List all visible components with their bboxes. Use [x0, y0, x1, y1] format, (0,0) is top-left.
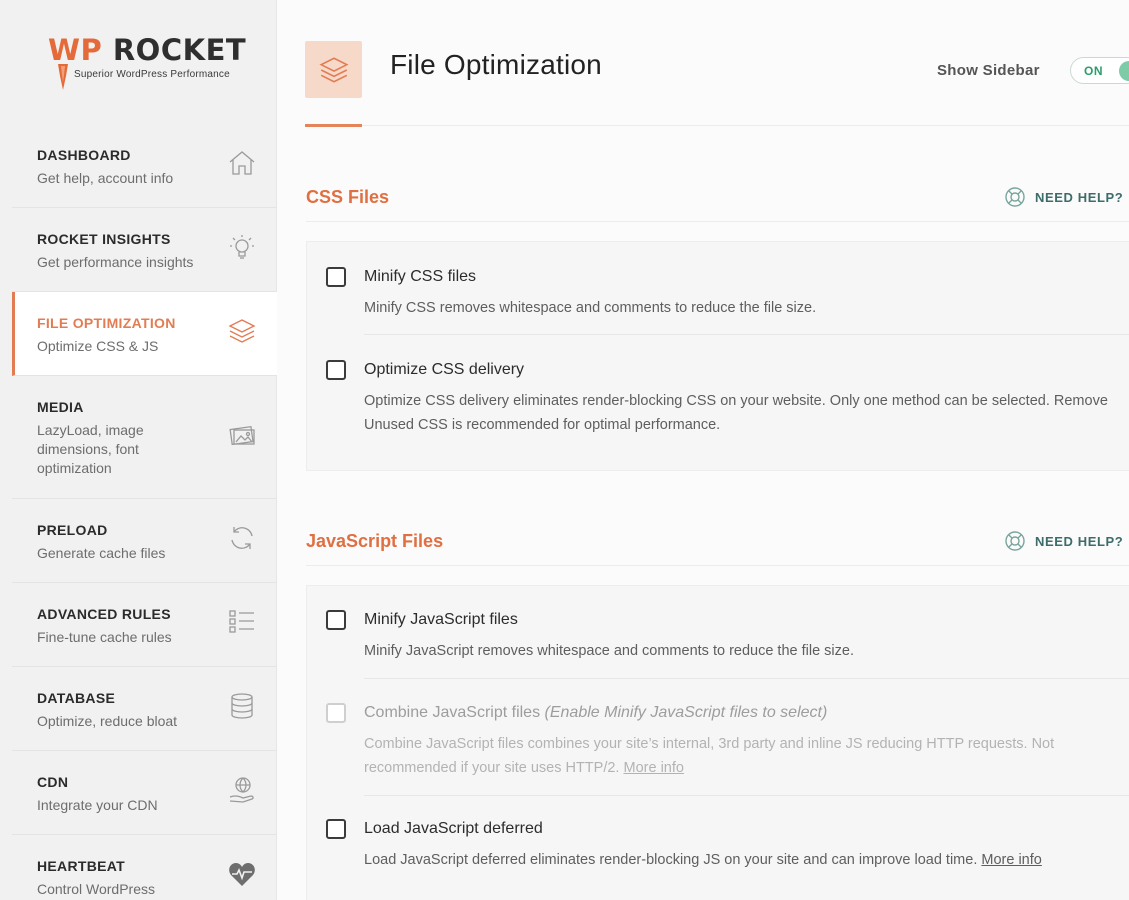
option-description: Minify CSS removes whitespace and commen… [364, 300, 817, 316]
minify-css-checkbox[interactable] [326, 267, 346, 287]
option-description: Load JavaScript deferred eliminates rend… [364, 848, 1109, 872]
wp-rocket-logo[interactable]: WP ROCKET Superior WordPress Performance [48, 34, 248, 94]
logo-rocket: ROCKET [102, 33, 247, 67]
layers-icon [228, 319, 256, 343]
js-options-panel: Minify JavaScript files Minify JavaScrip… [306, 585, 1129, 900]
more-info-link[interactable]: More info [981, 852, 1041, 868]
sidebar-item-cdn[interactable]: CDN Integrate your CDN [12, 751, 277, 835]
sidebar-item-subtitle: Fine-tune cache rules [37, 629, 172, 645]
section-divider [306, 221, 1129, 222]
defer-js-checkbox[interactable] [326, 819, 346, 839]
need-help-button-css[interactable]: NEED HELP? [1004, 186, 1123, 208]
section-title-js: JavaScript Files [306, 531, 444, 551]
sidebar-item-subtitle: Generate cache files [37, 545, 166, 561]
database-icon [231, 693, 253, 719]
main-content: File Optimization Show Sidebar ON CSS Fi… [277, 0, 1129, 900]
lightbulb-icon [230, 235, 254, 259]
option-title: Optimize CSS delivery [364, 361, 525, 378]
logo-wp: WP [48, 33, 103, 67]
refresh-icon [231, 527, 253, 549]
sidebar-item-title: MEDIA [37, 399, 84, 415]
section-title-css: CSS Files [306, 187, 390, 207]
sidebar-item-heartbeat[interactable]: HEARTBEAT Control WordPress [12, 835, 277, 900]
sidebar-item-preload[interactable]: PRELOAD Generate cache files [12, 499, 277, 583]
need-help-label: NEED HELP? [1035, 533, 1124, 549]
page-title: File Optimization [390, 49, 602, 80]
sidebar-item-database[interactable]: DATABASE Optimize, reduce bloat [12, 667, 277, 751]
rocket-flame-icon [58, 64, 68, 90]
css-options-panel: Minify CSS files Minify CSS removes whit… [306, 241, 1129, 471]
toggle-state-label: ON [1084, 64, 1103, 78]
option-title: Minify JavaScript files [364, 611, 518, 628]
lifebuoy-icon [1005, 531, 1025, 551]
option-description: Minify JavaScript removes whitespace and… [364, 643, 854, 659]
option-divider [364, 334, 1129, 335]
need-help-label: NEED HELP? [1035, 189, 1124, 205]
checklist-icon [229, 610, 254, 633]
minify-js-checkbox[interactable] [326, 610, 346, 630]
more-info-link[interactable]: More info [624, 760, 684, 776]
option-description-text: Combine JavaScript files combines your s… [364, 736, 1055, 776]
logo-tagline: Superior WordPress Performance [74, 69, 230, 80]
option-description-text: Load JavaScript deferred eliminates rend… [364, 852, 978, 868]
sidebar-item-subtitle: Get help, account info [37, 170, 174, 186]
show-sidebar-label: Show Sidebar [937, 62, 1040, 79]
page-icon-box [305, 41, 362, 98]
sidebar-item-subtitle: Control WordPress [37, 881, 156, 897]
sidebar-item-subtitle: Get performance insights [37, 254, 194, 270]
option-title: Combine JavaScript files (Enable Minify … [364, 703, 827, 723]
option-description: Optimize CSS delivery eliminates render-… [364, 393, 1108, 433]
home-icon [229, 151, 255, 175]
header-divider [305, 125, 1129, 126]
sidebar-item-media[interactable]: MEDIA LazyLoad, image dimensions, font o… [12, 376, 277, 499]
optimize-css-delivery-checkbox[interactable] [326, 360, 346, 380]
option-title: Load JavaScript deferred [364, 820, 543, 837]
sidebar-item-subtitle: Optimize, reduce bloat [37, 713, 178, 729]
section-divider [306, 565, 1129, 566]
sidebar-item-subtitle: Optimize CSS & JS [37, 338, 159, 354]
option-divider [364, 795, 1129, 796]
layers-icon [318, 56, 349, 83]
sidebar-item-subtitle: LazyLoad, image dimensions, font optimiz… [37, 422, 144, 476]
option-title-note: (Enable Minify JavaScript files to selec… [544, 704, 828, 721]
sidebar-item-file-optimization[interactable]: FILE OPTIMIZATION Optimize CSS & JS [12, 292, 277, 376]
option-description: Combine JavaScript files combines your s… [364, 732, 1109, 780]
logo-title: WP ROCKET [48, 34, 248, 66]
option-title-text: Combine JavaScript files [364, 704, 541, 721]
images-icon [229, 425, 255, 446]
option-title: Minify CSS files [364, 268, 477, 285]
lifebuoy-icon [1005, 187, 1025, 207]
sidebar-item-rocket-insights[interactable]: ROCKET INSIGHTS Get performance insights [12, 208, 277, 292]
show-sidebar-toggle[interactable]: ON [1070, 57, 1129, 84]
need-help-button-js[interactable]: NEED HELP? [1004, 530, 1123, 552]
sidebar-nav: DASHBOARD Get help, account info ROCKET … [12, 124, 277, 900]
sidebar-item-advanced-rules[interactable]: ADVANCED RULES Fine-tune cache rules [12, 583, 277, 667]
combine-js-checkbox [326, 703, 346, 723]
header-accent-underline [305, 124, 362, 127]
sidebar-item-subtitle: Integrate your CDN [37, 797, 158, 813]
option-divider [364, 678, 1129, 679]
sidebar-item-dashboard[interactable]: DASHBOARD Get help, account info [12, 124, 277, 208]
globe-hand-icon [229, 777, 254, 803]
toggle-knob [1119, 61, 1129, 81]
sidebar: WP ROCKET Superior WordPress Performance… [0, 0, 277, 900]
heartbeat-icon [229, 863, 255, 886]
